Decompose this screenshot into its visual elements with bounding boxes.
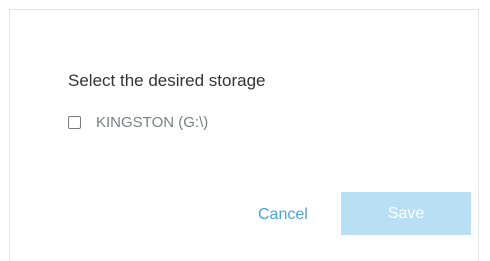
save-button[interactable]: Save [341,192,471,235]
dialog-heading: Select the desired storage [68,71,266,90]
storage-option-label: KINGSTON (G:\) [96,114,209,131]
storage-checkbox[interactable] [68,116,81,129]
storage-option-kingston[interactable]: KINGSTON (G:\) [68,114,208,131]
storage-dialog: Select the desired storage KINGSTON (G:\… [9,9,479,261]
cancel-button[interactable]: Cancel [258,206,308,224]
